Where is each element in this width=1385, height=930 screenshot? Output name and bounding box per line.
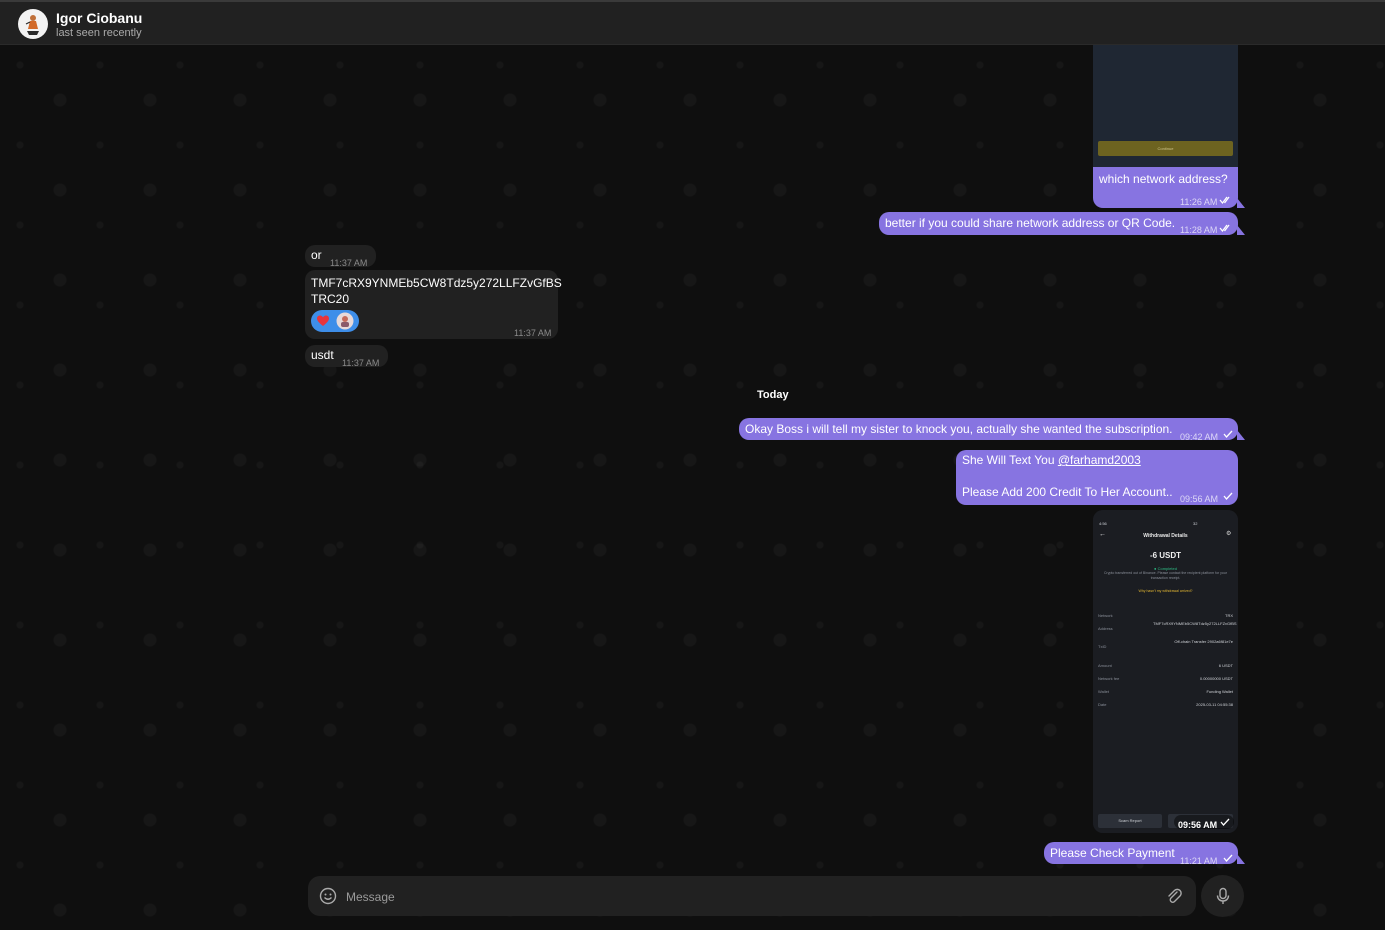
- message-bubble[interactable]: Please Check Payment 11:21 AM: [1044, 842, 1238, 866]
- message-text-line: She Will Text You @farhamd2003: [962, 452, 1141, 468]
- message-text-line: TRC20: [311, 292, 350, 306]
- check-icon: [1223, 854, 1233, 862]
- message-time: 09:42 AM: [1180, 432, 1219, 442]
- screenshot-title: Withdrawal Details: [1143, 533, 1188, 539]
- message-time: 11:37 AM: [330, 258, 368, 268]
- message-text: She Will Text You: [962, 453, 1058, 467]
- bubble-tail: [1237, 198, 1245, 208]
- double-check-icon: [1219, 196, 1230, 205]
- heart-icon: [317, 315, 329, 326]
- message-bubble[interactable]: Okay Boss i will tell my sister to knock…: [739, 418, 1238, 442]
- attached-screenshot[interactable]: 4:56 32 ← Withdrawal Details ⚙ -6 USDT ●…: [1093, 510, 1238, 833]
- message-time: 11:21 AM: [1180, 856, 1218, 866]
- emoji-icon[interactable]: [319, 887, 337, 905]
- paperclip-icon[interactable]: [1165, 887, 1183, 905]
- message-bubble[interactable]: or 11:37 AM: [305, 245, 376, 268]
- double-check-icon: [1219, 224, 1230, 233]
- check-icon: [1223, 492, 1233, 500]
- message-composer[interactable]: [308, 876, 1196, 916]
- message-bubble[interactable]: usdt 11:37 AM: [305, 345, 388, 368]
- row-value: 2025-03-11 04:55:38: [1196, 702, 1233, 707]
- screenshot-scam-report-button: Scam Report: [1098, 814, 1162, 828]
- chat-header[interactable]: Igor Ciobanu last seen recently: [0, 2, 1385, 45]
- check-icon: [1223, 430, 1233, 438]
- bubble-tail: [1237, 430, 1245, 440]
- reactor-avatar-icon: [336, 312, 354, 330]
- message-text-line: Please Add 200 Credit To Her Account..: [962, 485, 1173, 499]
- avatar-person-icon: [25, 15, 39, 35]
- bubble-tail: [1237, 854, 1245, 864]
- message-text: or: [311, 248, 322, 262]
- message-text-line: TMF7cRX9YNMEb5CW8Tdz5y272LLFZvGfBS: [311, 276, 562, 290]
- screenshot-settings-icon: ⚙: [1226, 531, 1232, 537]
- contact-name[interactable]: Igor Ciobanu: [56, 10, 142, 26]
- message-text: better if you could share network addres…: [885, 216, 1176, 230]
- message-text: which network address?: [1099, 172, 1228, 186]
- attached-image[interactable]: Continue: [1093, 45, 1238, 167]
- message-time: 11:28 AM: [1180, 225, 1218, 235]
- message-time: 09:56 AM: [1178, 820, 1218, 830]
- image-time-badge: 09:56 AM: [1174, 815, 1234, 830]
- message-text: Okay Boss i will tell my sister to knock…: [745, 422, 1173, 436]
- message-bubble[interactable]: better if you could share network addres…: [879, 212, 1238, 235]
- row-label: Date: [1098, 702, 1107, 707]
- message-text: usdt: [311, 348, 334, 362]
- message-image-with-caption[interactable]: Continue which network address? 11:26 AM: [1093, 45, 1238, 208]
- microphone-icon: [1216, 887, 1230, 904]
- screenshot-note: Crypto transferred out of Binance. Pleas…: [1104, 571, 1227, 580]
- contact-status: last seen recently: [56, 27, 142, 39]
- image-continue-button: Continue: [1098, 141, 1233, 156]
- row-value: Off-chain Transfer 2902a6f81e7e: [1174, 639, 1233, 644]
- row-label: TxID: [1098, 644, 1107, 649]
- row-value: TMF7cRX9YNMEb5CW8Tdz5y272LLFZvGfBS: [1153, 621, 1237, 626]
- message-bubble[interactable]: She Will Text You @farhamd2003 Please Ad…: [956, 450, 1238, 505]
- message-image[interactable]: 4:56 32 ← Withdrawal Details ⚙ -6 USDT ●…: [1093, 510, 1238, 833]
- username-mention-link[interactable]: @farhamd2003: [1058, 453, 1141, 467]
- contact-avatar[interactable]: [18, 9, 48, 39]
- message-time: 09:56 AM: [1180, 494, 1219, 504]
- message-input[interactable]: [344, 886, 1128, 908]
- voice-record-button[interactable]: [1201, 875, 1244, 917]
- message-time: 11:26 AM: [1180, 197, 1218, 207]
- message-text: Please Check Payment: [1050, 846, 1175, 860]
- row-label: Address: [1098, 626, 1113, 631]
- check-icon: [1220, 818, 1230, 826]
- bubble-tail: [1237, 225, 1245, 235]
- message-time: 11:37 AM: [514, 328, 552, 338]
- date-separator: Today: [757, 389, 789, 401]
- reaction-chip[interactable]: [311, 310, 359, 332]
- screenshot-link: Why hasn't my withdrawal arrived?: [1138, 589, 1193, 593]
- message-time: 11:37 AM: [342, 358, 380, 368]
- message-bubble[interactable]: TMF7cRX9YNMEb5CW8Tdz5y272LLFZvGfBS TRC20…: [305, 270, 562, 339]
